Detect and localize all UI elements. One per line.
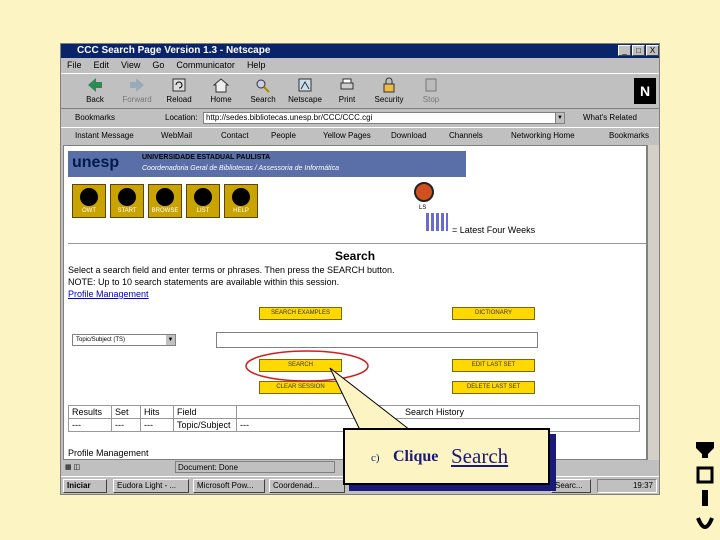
logo-icon	[696, 466, 714, 484]
callout-text: Clique	[393, 448, 439, 465]
instruction-callout: c) Clique Search	[343, 428, 550, 485]
logo-icon	[696, 442, 714, 458]
callout-prefix: c)	[371, 452, 380, 464]
callout-pointer	[329, 367, 411, 431]
search-highlight-ellipse	[245, 350, 369, 382]
callout-link: Search	[451, 444, 509, 468]
logo-icon	[696, 517, 714, 529]
slide-logo-sidebar	[696, 442, 714, 529]
logo-icon	[702, 490, 708, 506]
